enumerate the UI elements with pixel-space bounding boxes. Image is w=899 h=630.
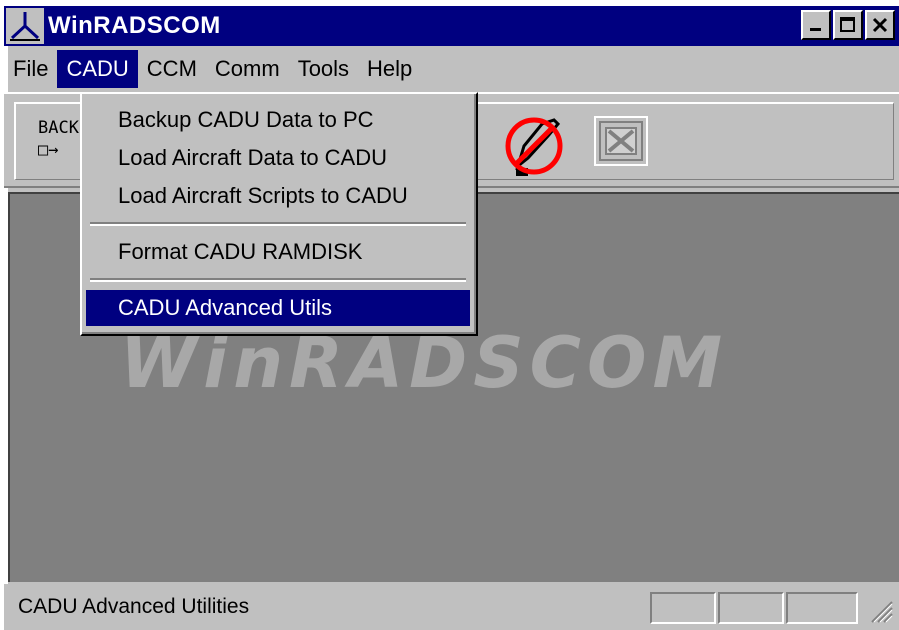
cadu-dropdown-menu: Backup CADU Data to PC Load Aircraft Dat… — [80, 92, 478, 336]
menu-comm[interactable]: Comm — [206, 50, 289, 88]
menu-item-format-ramdisk[interactable]: Format CADU RAMDISK — [86, 234, 470, 270]
menu-item-load-aircraft-data[interactable]: Load Aircraft Data to CADU — [86, 140, 470, 176]
menu-file[interactable]: File — [4, 50, 57, 88]
status-panel-2 — [718, 592, 784, 624]
menu-bar: File CADU CCM Comm Tools Help — [4, 50, 899, 88]
disabled-close-icon[interactable] — [594, 116, 648, 166]
menu-cadu[interactable]: CADU — [57, 50, 138, 88]
window-title: WinRADSCOM — [48, 12, 221, 39]
menu-help[interactable]: Help — [358, 50, 421, 88]
app-icon — [6, 8, 44, 44]
status-bar: CADU Advanced Utilities — [4, 584, 899, 630]
minimize-icon — [810, 28, 821, 31]
minimize-button[interactable] — [801, 10, 831, 40]
menu-separator — [90, 278, 466, 282]
backup-button-arrow[interactable]: □→ — [38, 140, 58, 160]
close-button[interactable] — [865, 10, 895, 40]
backup-button-label[interactable]: BACK — [38, 118, 79, 138]
menu-item-backup-cadu[interactable]: Backup CADU Data to PC — [86, 102, 470, 138]
resize-grip-icon[interactable] — [868, 598, 894, 624]
title-bar[interactable]: WinRADSCOM — [4, 6, 899, 46]
maximize-icon — [840, 17, 855, 32]
menu-item-load-aircraft-scripts[interactable]: Load Aircraft Scripts to CADU — [86, 178, 470, 214]
menu-item-advanced-utils[interactable]: CADU Advanced Utils — [86, 290, 470, 326]
no-disconnect-icon[interactable] — [498, 106, 570, 180]
menu-separator — [90, 222, 466, 226]
status-text: CADU Advanced Utilities — [18, 595, 250, 618]
menu-tools[interactable]: Tools — [289, 50, 358, 88]
menu-ccm[interactable]: CCM — [138, 50, 206, 88]
close-icon — [872, 17, 888, 33]
maximize-button[interactable] — [833, 10, 863, 40]
status-panel-3 — [786, 592, 858, 624]
window-controls — [801, 10, 895, 40]
status-panel-1 — [650, 592, 716, 624]
